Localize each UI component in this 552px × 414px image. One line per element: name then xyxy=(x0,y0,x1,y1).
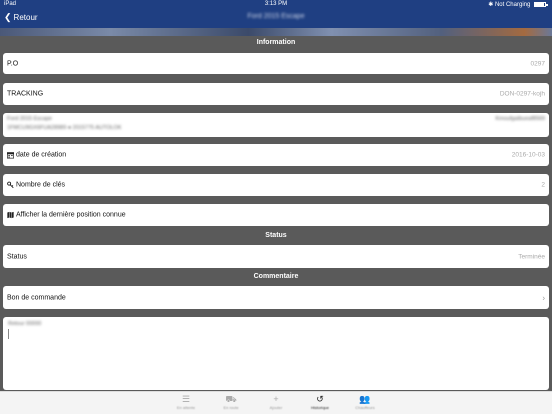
section-header-information: Information xyxy=(256,39,296,46)
last-position-button[interactable]: Afficher la dernière position connue xyxy=(3,204,549,226)
vehicle-photo-banner xyxy=(0,28,552,36)
vehicle-info-row: Ford 2015 Escape 1FMCU9GX6FUA28989 ● 201… xyxy=(3,113,549,137)
bluetooth-icon: ✱ xyxy=(488,2,494,8)
page-title: Ford 2015 Escape xyxy=(247,13,305,20)
battery-status: ✱ Not Charging xyxy=(488,1,548,8)
keys-label: Nombre de clés xyxy=(16,181,66,189)
tab-ajouter[interactable]: + Ajouter xyxy=(256,394,296,410)
po-label: P.O xyxy=(7,60,19,67)
text-cursor xyxy=(8,329,9,339)
tab-chauffeurs[interactable]: 👥 Chauffeurs xyxy=(345,394,385,410)
calendar-icon xyxy=(7,152,14,159)
vehicle-vin: 1FMCU9GX6FUA28989 ● 2015775 AUTOLOK xyxy=(7,125,122,131)
date-value: 2016-10-03 xyxy=(511,151,545,159)
tracking-label: TRACKING xyxy=(7,90,44,98)
keys-row: Nombre de clés 2 xyxy=(3,174,549,196)
truck-icon: ⛟ xyxy=(225,394,237,404)
plus-icon: + xyxy=(273,394,279,404)
date-label: date de création xyxy=(16,151,67,159)
tab-bar: ☰ En attente ⛟ En route + Ajouter ↺ Hist… xyxy=(0,391,552,414)
po-row: P.O 0297 xyxy=(3,53,549,74)
tab-en-attente[interactable]: ☰ En attente xyxy=(166,394,206,410)
tracking-row: TRACKING DON-0297-kojh xyxy=(3,83,549,105)
tab-historique[interactable]: ↺ Historique xyxy=(300,394,340,410)
status-label: Status xyxy=(7,253,27,260)
history-icon: ↺ xyxy=(316,394,324,404)
comment-text: Retour 00000 xyxy=(8,321,42,327)
people-icon: 👥 xyxy=(359,394,371,404)
vehicle-name: Ford 2015 Escape xyxy=(7,116,52,122)
status-value: Terminée xyxy=(518,253,545,260)
battery-level xyxy=(535,3,544,6)
chevron-right-icon: › xyxy=(542,293,545,302)
purchase-order-row[interactable]: Bon de commande › xyxy=(3,286,549,309)
tracking-value: DON-0297-kojh xyxy=(499,90,545,98)
vehicle-reference: Kmoufgatbueaf8569 xyxy=(495,116,545,122)
tab-en-route[interactable]: ⛟ En route xyxy=(211,394,251,410)
last-position-label: Afficher la dernière position connue xyxy=(16,211,126,219)
navigation-bar: ❮ Retour Ford 2015 Escape xyxy=(0,9,552,28)
purchase-order-label: Bon de commande xyxy=(7,294,66,301)
map-icon xyxy=(7,211,14,219)
comment-textarea[interactable]: Retour 00000 xyxy=(3,317,549,390)
section-header-commentaire: Commentaire xyxy=(253,273,299,280)
charging-label: Not Charging xyxy=(494,2,531,8)
po-value: 0297 xyxy=(530,60,545,67)
battery-icon xyxy=(534,2,548,7)
section-header-status: Status xyxy=(265,232,287,239)
status-bar: iPad 3:13 PM ✱ Not Charging xyxy=(0,0,552,9)
status-row: Status Terminée xyxy=(3,245,549,268)
clock: 3:13 PM xyxy=(264,1,288,7)
date-row: date de création 2016-10-03 xyxy=(3,144,549,166)
list-icon: ☰ xyxy=(181,394,191,404)
keys-value: 2 xyxy=(541,181,545,189)
key-icon xyxy=(7,181,14,189)
